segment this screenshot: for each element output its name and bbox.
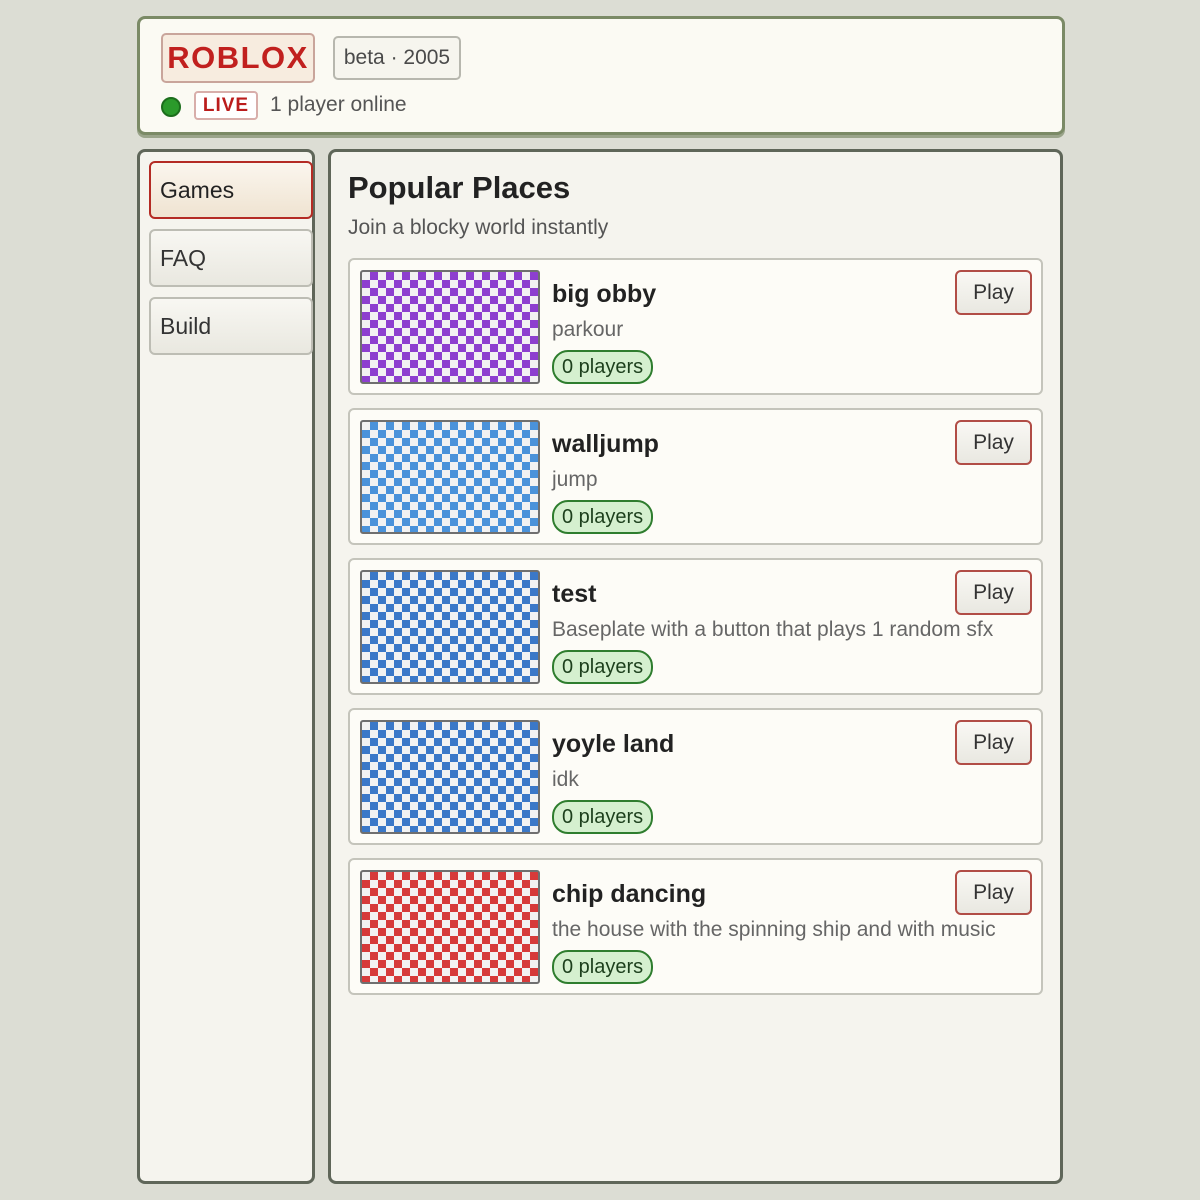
beta-badge: beta · 2005 <box>333 36 461 80</box>
roblox-logo[interactable]: ROBLOX <box>161 33 315 83</box>
game-thumbnail[interactable] <box>360 570 540 684</box>
play-button[interactable]: Play <box>955 570 1032 615</box>
game-thumbnail[interactable] <box>360 270 540 384</box>
game-thumbnail[interactable] <box>360 420 540 534</box>
game-thumbnail[interactable] <box>360 870 540 984</box>
game-title[interactable]: big obby <box>552 280 656 309</box>
live-badge: LIVE <box>194 91 258 120</box>
play-button[interactable]: Play <box>955 270 1032 315</box>
sidebar-item-games[interactable]: Games <box>149 161 313 219</box>
game-card[interactable]: test Baseplate with a button that plays … <box>348 558 1043 695</box>
game-card[interactable]: chip dancing the house with the spinning… <box>348 858 1043 995</box>
player-count-badge: 0 players <box>552 500 654 534</box>
play-button[interactable]: Play <box>955 870 1032 915</box>
game-description: the house with the spinning ship and wit… <box>552 918 996 941</box>
game-description: Baseplate with a button that plays 1 ran… <box>552 618 994 641</box>
player-count-badge: 0 players <box>552 650 654 684</box>
game-card[interactable]: walljump jump 0 players Play <box>348 408 1043 545</box>
sidebar-item-build[interactable]: Build <box>149 297 313 355</box>
play-button[interactable]: Play <box>955 720 1032 765</box>
game-thumbnail[interactable] <box>360 720 540 834</box>
player-count-badge: 0 players <box>552 350 654 384</box>
players-online-text: 1 player online <box>270 93 407 116</box>
game-description: idk <box>552 768 579 791</box>
player-count-badge: 0 players <box>552 800 654 834</box>
game-title[interactable]: test <box>552 580 596 609</box>
game-title[interactable]: chip dancing <box>552 880 706 909</box>
sidebar-item-faq[interactable]: FAQ <box>149 229 313 287</box>
site-header: ROBLOX beta · 2005 LIVE 1 player online <box>137 16 1065 135</box>
game-card[interactable]: yoyle land idk 0 players Play <box>348 708 1043 845</box>
game-card[interactable]: big obby parkour 0 players Play <box>348 258 1043 395</box>
game-description: parkour <box>552 318 624 341</box>
page-subtitle: Join a blocky world instantly <box>348 216 609 239</box>
page-title: Popular Places <box>348 170 571 205</box>
game-description: jump <box>552 468 598 491</box>
game-title[interactable]: yoyle land <box>552 730 674 759</box>
play-button[interactable]: Play <box>955 420 1032 465</box>
sidebar-nav: Games FAQ Build <box>137 149 315 1184</box>
player-count-badge: 0 players <box>552 950 654 984</box>
game-title[interactable]: walljump <box>552 430 659 459</box>
online-status-icon <box>161 97 181 117</box>
main-content: Popular Places Join a blocky world insta… <box>328 149 1063 1184</box>
